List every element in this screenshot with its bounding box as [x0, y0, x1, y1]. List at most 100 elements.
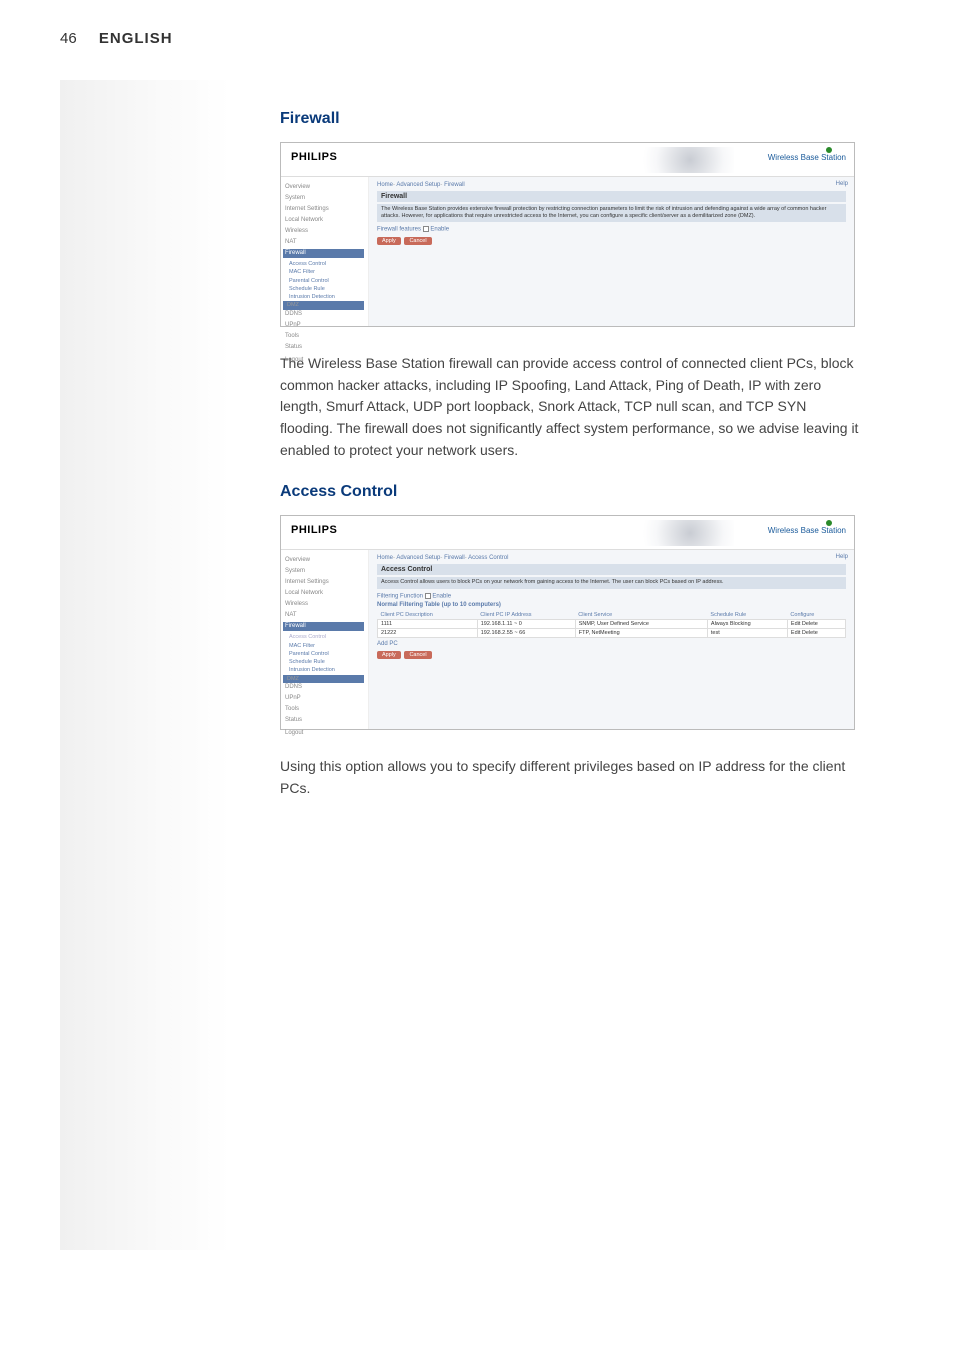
filtering-label: Filtering Function — [377, 593, 423, 599]
help-link[interactable]: Help — [836, 554, 848, 560]
header-blur — [624, 147, 734, 173]
philips-logo: PHILIPS — [291, 151, 337, 163]
filtering-function-row: Filtering Function Enable — [377, 593, 846, 600]
sidebar-item[interactable]: Overview — [285, 556, 364, 565]
sidebar-item[interactable]: Tools — [285, 332, 364, 341]
access-control-heading: Access Control — [280, 483, 860, 501]
sidebar-item[interactable]: Internet Settings — [285, 205, 364, 214]
table-row: 1111 192.168.1.11 ~ 0 SNMP, User Defined… — [378, 620, 846, 629]
sidebar-item[interactable]: Overview — [285, 183, 364, 192]
access-control-body-text: Using this option allows you to specify … — [280, 756, 860, 799]
sidebar-item[interactable]: NAT — [285, 611, 364, 620]
table-cell-configure[interactable]: Edit Delete — [787, 620, 845, 629]
sidebar-item[interactable]: Wireless — [285, 227, 364, 236]
sidebar-item[interactable]: System — [285, 194, 364, 203]
enable-label: Enable — [430, 227, 449, 233]
table-header: Client Service — [575, 611, 707, 620]
button-row: Apply Cancel — [377, 651, 846, 659]
panel-description: The Wireless Base Station provides exten… — [377, 204, 846, 222]
panel-description: Access Control allows users to block PCs… — [377, 577, 846, 588]
sidebar-item[interactable]: Internet Settings — [285, 578, 364, 587]
sidebar-sub[interactable]: DMZ — [283, 675, 364, 683]
screenshot-body: Overview System Internet Settings Local … — [281, 550, 854, 729]
sidebar-sub[interactable]: Intrusion Detection — [285, 293, 364, 301]
screenshot-main: Help Home- Advanced Setup- Firewall- Acc… — [369, 550, 854, 729]
breadcrumb-adv[interactable]: Advanced Setup — [396, 182, 440, 188]
screenshot-sidebar: Overview System Internet Settings Local … — [281, 177, 369, 326]
sidebar-sub-access[interactable]: Access Control — [285, 633, 364, 641]
filtering-table-title: Normal Filtering Table (up to 10 compute… — [377, 602, 846, 608]
apply-button[interactable]: Apply — [377, 651, 401, 659]
sidebar-sub[interactable]: Schedule Rule — [285, 285, 364, 293]
sidebar-sub[interactable]: Access Control — [285, 260, 364, 268]
table-cell: 192.168.1.11 ~ 0 — [477, 620, 575, 629]
page-number: 46 — [60, 30, 77, 47]
table-cell: 21222 — [378, 629, 478, 638]
panel-title: Firewall — [377, 191, 846, 202]
sidebar-logout[interactable]: Logout — [285, 356, 364, 365]
sidebar-sub[interactable]: Intrusion Detection — [285, 666, 364, 674]
table-cell: FTP, NetMeeting — [575, 629, 707, 638]
enable-label: Enable — [432, 593, 451, 599]
sidebar-item[interactable]: Tools — [285, 705, 364, 714]
sidebar-item[interactable]: NAT — [285, 238, 364, 247]
sidebar-item-firewall[interactable]: Firewall — [283, 622, 364, 631]
page-language: ENGLISH — [99, 30, 173, 47]
sidebar-item[interactable]: Wireless — [285, 600, 364, 609]
sidebar-item[interactable]: System — [285, 567, 364, 576]
breadcrumb-home[interactable]: Home — [377, 555, 393, 561]
panel-title: Access Control — [377, 564, 846, 575]
cancel-button[interactable]: Cancel — [404, 237, 431, 245]
table-cell: test — [707, 629, 787, 638]
screenshot-body: Overview System Internet Settings Local … — [281, 177, 854, 326]
breadcrumb-home[interactable]: Home — [377, 182, 393, 188]
screenshot-sidebar: Overview System Internet Settings Local … — [281, 550, 369, 729]
page-header: 46 ENGLISH — [60, 30, 173, 47]
table-row: 21222 192.168.2.55 ~ 66 FTP, NetMeeting … — [378, 629, 846, 638]
table-cell-configure[interactable]: Edit Delete — [787, 629, 845, 638]
sidebar-sub[interactable]: MAC Filter — [285, 642, 364, 650]
filtering-table: Client PC Description Client PC IP Addre… — [377, 611, 846, 638]
firewall-features-row: Firewall features Enable — [377, 226, 846, 233]
sidebar-item[interactable]: Local Network — [285, 589, 364, 598]
sidebar-item[interactable]: Status — [285, 343, 364, 352]
sidebar-sub[interactable]: Parental Control — [285, 650, 364, 658]
breadcrumb-fw[interactable]: Firewall — [444, 555, 465, 561]
sidebar-item[interactable]: Local Network — [285, 216, 364, 225]
enable-checkbox[interactable] — [425, 593, 431, 599]
table-cell: 1111 — [378, 620, 478, 629]
sidebar-item[interactable]: DDNS — [285, 683, 364, 692]
help-link[interactable]: Help — [836, 181, 848, 187]
table-header: Client PC IP Address — [477, 611, 575, 620]
screenshot-main: Help Home- Advanced Setup- Firewall Fire… — [369, 177, 854, 326]
firewall-screenshot: PHILIPS Wireless Base Station Overview S… — [280, 142, 855, 327]
apply-button[interactable]: Apply — [377, 237, 401, 245]
sidebar-item[interactable]: DDNS — [285, 310, 364, 319]
screenshot-header: PHILIPS Wireless Base Station — [281, 516, 854, 550]
table-header: Client PC Description — [378, 611, 478, 620]
table-cell: Always Blocking — [707, 620, 787, 629]
sidebar-sub[interactable]: Parental Control — [285, 277, 364, 285]
left-margin-gradient — [60, 80, 230, 1250]
sidebar-item[interactable]: UPnP — [285, 694, 364, 703]
sidebar-item[interactable]: UPnP — [285, 321, 364, 330]
cancel-button[interactable]: Cancel — [404, 651, 431, 659]
add-pc-link[interactable]: Add PC — [377, 641, 846, 647]
features-label: Firewall features — [377, 227, 421, 233]
breadcrumb-fw: Firewall — [444, 182, 465, 188]
header-blur — [624, 520, 734, 546]
sidebar-item-firewall[interactable]: Firewall — [283, 249, 364, 258]
breadcrumb-adv[interactable]: Advanced Setup — [396, 555, 440, 561]
enable-checkbox[interactable] — [423, 226, 429, 232]
sidebar-sub[interactable]: Schedule Rule — [285, 658, 364, 666]
sidebar-logout[interactable]: Logout — [285, 729, 364, 738]
firewall-heading: Firewall — [280, 110, 860, 128]
sidebar-sub[interactable]: DMZ — [283, 301, 364, 309]
breadcrumb: Home- Advanced Setup- Firewall- Access C… — [377, 555, 846, 561]
sidebar-sub[interactable]: MAC Filter — [285, 268, 364, 276]
breadcrumb-ac: Access Control — [468, 555, 508, 561]
sidebar-item[interactable]: Status — [285, 716, 364, 725]
header-title: Wireless Base Station — [768, 526, 846, 535]
breadcrumb: Home- Advanced Setup- Firewall — [377, 182, 846, 188]
table-header: Schedule Rule — [707, 611, 787, 620]
